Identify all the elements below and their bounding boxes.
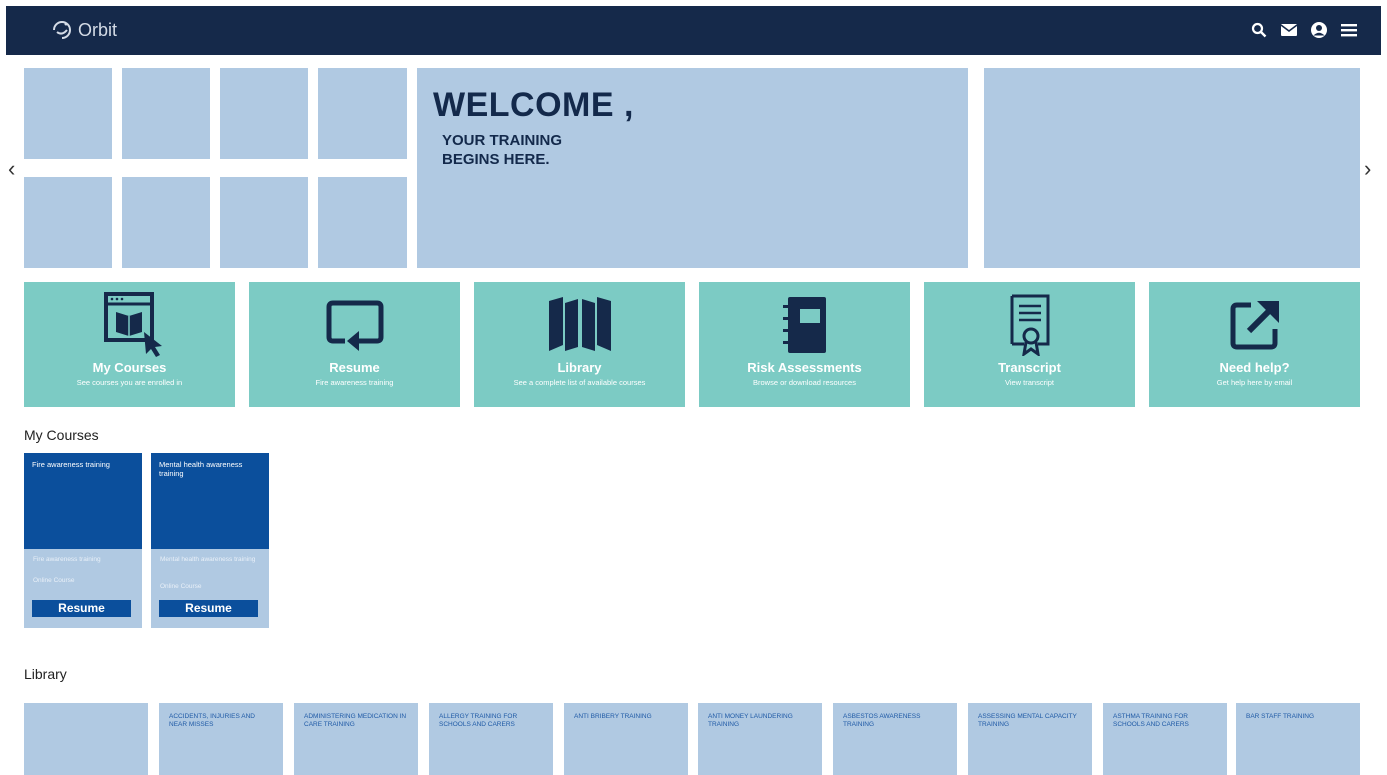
library-item-title: ASSESSING MENTAL CAPACITY TRAINING (978, 713, 1077, 728)
library-item[interactable]: ASSESSING MENTAL CAPACITY TRAINING (968, 703, 1092, 775)
quick-link-subtitle: Browse or download resources (753, 378, 856, 387)
library-item[interactable]: BAR STAFF TRAINING (1236, 703, 1360, 775)
search-icon[interactable] (1249, 20, 1269, 40)
brand-name: Orbit (78, 19, 118, 40)
library-heading: Library (24, 666, 67, 682)
library-item-title: ALLERGY TRAINING FOR SCHOOLS AND CARERS (439, 713, 518, 728)
courses-icon (24, 292, 235, 358)
hero-thumbnail (318, 68, 407, 159)
header-actions (1249, 20, 1359, 40)
quick-link-subtitle: See a complete list of available courses (513, 378, 646, 387)
mail-icon[interactable] (1279, 20, 1299, 40)
notebook-icon (699, 292, 910, 358)
certificate-icon (924, 292, 1135, 358)
menu-icon[interactable] (1339, 20, 1359, 40)
brand-logo[interactable]: Orbit (50, 18, 117, 42)
carousel-prev-icon[interactable]: ‹ (8, 158, 15, 180)
page: Orbit ‹ › WELCOME , YOUR TRAINING BEGINS… (0, 0, 1387, 775)
hero-thumbnail (24, 68, 112, 159)
library-item-title: ANTI MONEY LAUNDERING TRAINING (708, 713, 793, 728)
quick-link-title: Need help? (1219, 360, 1290, 375)
orbit-logo-icon (53, 21, 71, 39)
library-item[interactable]: ASBESTOS AWARENESS TRAINING (833, 703, 957, 775)
hero-thumbnail (24, 177, 112, 268)
hero-thumbnail (122, 177, 210, 268)
quick-link-library[interactable]: Library See a complete list of available… (474, 282, 685, 407)
hero-thumbnail (122, 68, 210, 159)
resume-button[interactable]: Resume (159, 600, 258, 617)
course-type: Online Course (160, 583, 202, 590)
library-icon (474, 292, 685, 358)
resume-button[interactable]: Resume (32, 600, 131, 617)
library-item[interactable]: ACCIDENTS, INJURIES AND NEAR MISSES (159, 703, 283, 775)
library-item[interactable]: ASTHMA TRAINING FOR SCHOOLS AND CARERS (1103, 703, 1227, 775)
quick-link-risk-assessments[interactable]: Risk Assessments Browse or download reso… (699, 282, 910, 407)
top-navbar: Orbit (6, 6, 1381, 55)
course-card[interactable]: Fire awareness training Fire awareness t… (24, 453, 142, 628)
user-icon[interactable] (1309, 20, 1329, 40)
quick-link-subtitle: See courses you are enrolled in (76, 378, 183, 387)
library-item[interactable]: ANTI BRIBERY TRAINING (564, 703, 688, 775)
course-type: Online Course (33, 577, 75, 584)
resume-icon (249, 292, 460, 358)
course-thumbnail: Mental health awareness training (151, 453, 269, 549)
external-link-icon (1149, 292, 1360, 358)
course-thumbnail: Fire awareness training (24, 453, 142, 549)
quick-link-title: Library (557, 360, 602, 375)
library-item[interactable]: ANTI MONEY LAUNDERING TRAINING (698, 703, 822, 775)
hero-thumbnail (220, 68, 308, 159)
library-item-title: ASBESTOS AWARENESS TRAINING (843, 713, 921, 728)
quick-link-title: My Courses (92, 360, 167, 375)
course-title: Fire awareness training (32, 460, 110, 469)
welcome-subtitle: YOUR TRAINING BEGINS HERE. (442, 132, 562, 168)
quick-link-subtitle: Fire awareness training (315, 378, 394, 387)
course-title: Mental health awareness training (159, 460, 243, 478)
quick-link-title: Resume (329, 360, 380, 375)
library-item-title: ASTHMA TRAINING FOR SCHOOLS AND CARERS (1113, 713, 1189, 728)
course-name: Fire awareness training (33, 556, 101, 563)
library-item[interactable]: ADMINISTERING MEDICATION IN CARE TRAININ… (294, 703, 418, 775)
hero-thumbnail (318, 177, 407, 268)
course-card[interactable]: Mental health awareness training Mental … (151, 453, 269, 628)
library-item-title: ANTI BRIBERY TRAINING (574, 713, 652, 720)
my-courses-heading: My Courses (24, 427, 99, 443)
library-item[interactable] (24, 703, 148, 775)
welcome-title: WELCOME , (433, 86, 634, 124)
quick-link-subtitle: Get help here by email (1216, 378, 1293, 387)
carousel-next-icon[interactable]: › (1364, 158, 1371, 180)
library-item-title: BAR STAFF TRAINING (1246, 713, 1315, 720)
hero-thumbnail (220, 177, 308, 268)
quick-link-title: Risk Assessments (747, 360, 862, 375)
quick-link-subtitle: View transcript (1004, 378, 1055, 387)
quick-link-resume[interactable]: Resume Fire awareness training (249, 282, 460, 407)
library-item-title: ACCIDENTS, INJURIES AND NEAR MISSES (169, 713, 255, 728)
library-item[interactable]: ALLERGY TRAINING FOR SCHOOLS AND CARERS (429, 703, 553, 775)
quick-link-title: Transcript (998, 360, 1061, 375)
quick-link-my-courses[interactable]: My Courses See courses you are enrolled … (24, 282, 235, 407)
quick-link-transcript[interactable]: Transcript View transcript (924, 282, 1135, 407)
welcome-banner: WELCOME , YOUR TRAINING BEGINS HERE. (417, 68, 968, 268)
course-name: Mental health awareness training (160, 556, 256, 563)
hero-image-panel (984, 68, 1360, 268)
library-item-title: ADMINISTERING MEDICATION IN CARE TRAININ… (304, 713, 407, 728)
quick-link-need-help[interactable]: Need help? Get help here by email (1149, 282, 1360, 407)
